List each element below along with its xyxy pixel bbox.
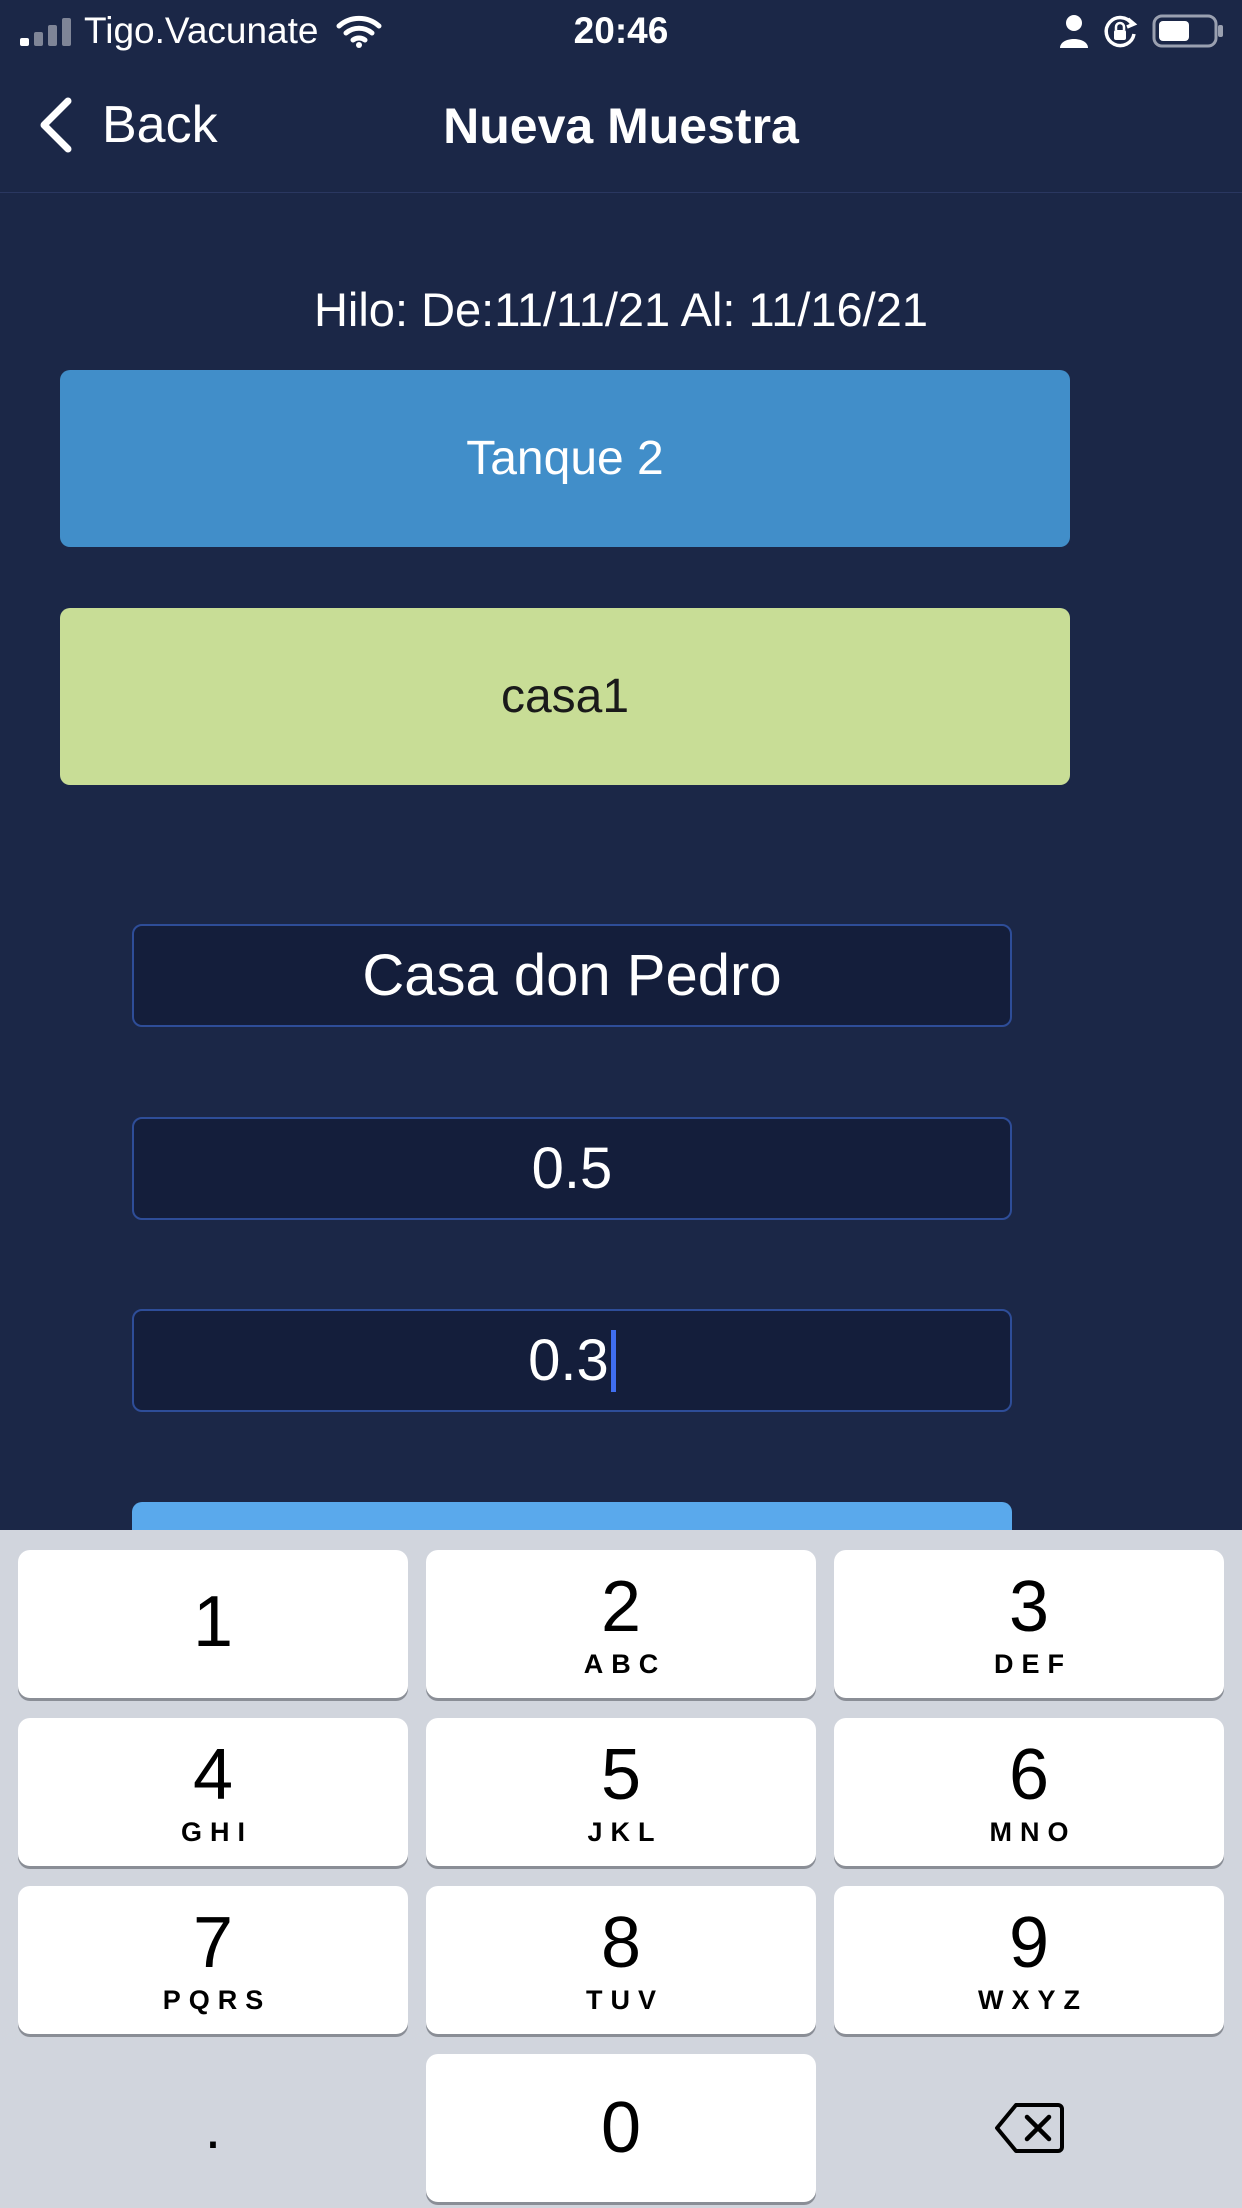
- person-icon: [1060, 15, 1088, 48]
- status-bar: Tigo.Vacunate 20:46: [0, 0, 1242, 62]
- tank-button-label: Tanque 2: [466, 432, 664, 485]
- key-1[interactable]: 1: [18, 1550, 408, 1698]
- key-letters: JKL: [587, 1817, 663, 1847]
- key-decimal[interactable]: .: [18, 2054, 408, 2202]
- key-letters: WXYZ: [978, 1985, 1088, 2015]
- key-digit: 6: [1008, 1735, 1050, 1815]
- backspace-key[interactable]: [834, 2054, 1224, 2202]
- numeric-keyboard: 1 2 ABC 3 DEF 4 GHI 5 JKL 6 MNO 7 PQRS 8…: [0, 1530, 1242, 2208]
- tank-button[interactable]: Tanque 2: [60, 370, 1070, 547]
- key-letters: MNO: [989, 1817, 1077, 1847]
- key-digit: 7: [192, 1903, 234, 1983]
- name-input[interactable]: Casa don Pedro: [132, 924, 1012, 1027]
- key-digit: 4: [192, 1735, 234, 1815]
- page-title: Nueva Muestra: [443, 98, 799, 154]
- key-digit: 8: [600, 1903, 642, 1983]
- value1-input-value: 0.5: [531, 1136, 613, 1201]
- key-digit: 2: [600, 1567, 642, 1647]
- value1-input[interactable]: 0.5: [132, 1117, 1012, 1220]
- key-0[interactable]: 0: [426, 2054, 816, 2202]
- hilo-date-range: Hilo: De:11/11/21 Al: 11/16/21: [313, 283, 929, 336]
- name-input-value: Casa don Pedro: [362, 943, 782, 1008]
- navigation-bar: Back Nueva Muestra: [0, 62, 1242, 193]
- key-digit: 3: [1008, 1567, 1050, 1647]
- key-3[interactable]: 3 DEF: [834, 1550, 1224, 1698]
- house-button-label: casa1: [500, 670, 630, 723]
- key-digit: 5: [600, 1735, 642, 1815]
- key-7[interactable]: 7 PQRS: [18, 1886, 408, 2034]
- key-digit: 9: [1008, 1903, 1050, 1983]
- key-letters: DEF: [994, 1649, 1072, 1679]
- key-4[interactable]: 4 GHI: [18, 1718, 408, 1866]
- key-8[interactable]: 8 TUV: [426, 1886, 816, 2034]
- key-letters: ABC: [583, 1649, 667, 1679]
- key-digit: 0: [600, 2088, 642, 2168]
- key-6[interactable]: 6 MNO: [834, 1718, 1224, 1866]
- key-2[interactable]: 2 ABC: [426, 1550, 816, 1698]
- key-letters: TUV: [586, 1985, 664, 2015]
- orientation-lock-icon: [1104, 15, 1138, 48]
- text-caret: [610, 1329, 616, 1392]
- backspace-icon: [995, 2103, 1064, 2153]
- battery-icon: [1152, 14, 1223, 48]
- key-decimal-label: .: [204, 2094, 222, 2161]
- house-button[interactable]: casa1: [60, 608, 1070, 785]
- value2-input-value: 0.3: [528, 1328, 609, 1393]
- clock: 20:46: [573, 10, 669, 51]
- key-letters: PQRS: [162, 1985, 272, 2015]
- key-9[interactable]: 9 WXYZ: [834, 1886, 1224, 2034]
- key-digit: 1: [192, 1582, 234, 1662]
- key-5[interactable]: 5 JKL: [426, 1718, 816, 1866]
- value2-input[interactable]: 0.3: [132, 1309, 1012, 1412]
- key-letters: GHI: [180, 1817, 253, 1847]
